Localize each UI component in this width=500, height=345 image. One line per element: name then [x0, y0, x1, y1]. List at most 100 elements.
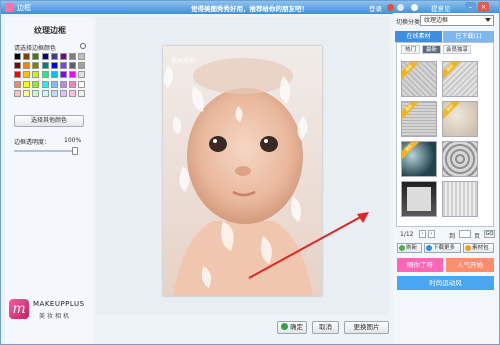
color-swatch[interactable] [59, 89, 67, 97]
new-tag: 最新 [443, 102, 462, 120]
minimize-button[interactable]: – [465, 2, 476, 12]
package-icon [465, 245, 471, 251]
opacity-slider-thumb[interactable] [72, 147, 78, 155]
color-swatch[interactable] [78, 62, 86, 70]
texture-thumb[interactable] [442, 181, 478, 217]
color-swatch[interactable] [69, 62, 77, 70]
color-swatch[interactable] [23, 80, 31, 88]
color-swatch[interactable] [32, 80, 40, 88]
cancel-button[interactable]: 取消 [312, 321, 339, 334]
annotation-arrow [248, 212, 369, 279]
color-swatch[interactable] [41, 62, 49, 70]
makeupplus-logo-icon: m [9, 299, 29, 319]
photo-watermark: 美图秀秀 [171, 58, 196, 65]
color-swatch[interactable] [69, 89, 77, 97]
color-swatch[interactable] [50, 80, 58, 88]
ok-button[interactable]: 确定 [277, 321, 307, 334]
color-swatches [14, 53, 90, 98]
promo-banner-b[interactable]: 人气开始 [446, 258, 494, 272]
promo-banner-a[interactable]: 嘀你了呀 [397, 258, 443, 272]
login-link[interactable]: 登录 [369, 3, 382, 13]
color-swatch[interactable] [14, 89, 21, 97]
color-swatch[interactable] [23, 71, 31, 79]
color-swatch[interactable] [59, 80, 67, 88]
no-color-icon[interactable] [80, 43, 86, 49]
subtab-vip[interactable]: 会员独享 [443, 45, 471, 54]
color-swatch[interactable] [41, 80, 49, 88]
color-swatch[interactable] [50, 89, 58, 97]
color-swatch[interactable] [14, 71, 21, 79]
texture-thumb[interactable] [401, 181, 437, 217]
go-button[interactable]: GO [484, 230, 495, 238]
app-icon [5, 3, 14, 12]
panel-title: 纹理边框 [34, 26, 66, 35]
mail-icon[interactable] [411, 4, 418, 11]
opacity-slider-track[interactable] [14, 150, 78, 152]
subtab-newest[interactable]: 最新 [422, 45, 441, 54]
color-swatch[interactable] [59, 53, 67, 60]
material-pack-button[interactable]: 素材包 [463, 243, 494, 253]
texture-thumb[interactable]: 最新 [401, 141, 437, 177]
color-swatch[interactable] [14, 62, 21, 70]
texture-thumb[interactable]: 最新 [401, 61, 437, 97]
color-swatch[interactable] [69, 53, 77, 60]
category-select[interactable]: 纹理边框 [420, 15, 494, 26]
download-more-label: 下载更多 [433, 245, 456, 251]
color-swatch[interactable] [32, 89, 40, 97]
opacity-label: 边框透明度： [14, 139, 51, 146]
next-page-button[interactable]: › [428, 230, 435, 238]
color-swatch[interactable] [23, 89, 31, 97]
prev-page-button[interactable]: ‹ [419, 230, 426, 238]
color-swatch[interactable] [14, 53, 21, 60]
color-swatch[interactable] [69, 80, 77, 88]
color-swatch[interactable] [78, 80, 86, 88]
refresh-button[interactable]: 刷新 [397, 243, 422, 253]
window: 边框 觉得美图秀秀好用，推荐给你的朋友吧！ 登录 提意见 – × 纹理边框 请选… [0, 0, 500, 345]
color-swatch[interactable] [41, 89, 49, 97]
page-input[interactable] [459, 230, 471, 238]
texture-thumb[interactable] [442, 141, 478, 177]
texture-thumb[interactable]: 最新 [442, 61, 478, 97]
close-button[interactable]: × [478, 2, 489, 12]
window-title: 边框 [17, 4, 31, 12]
color-swatch[interactable] [50, 53, 58, 60]
new-tag: 最新 [402, 142, 421, 160]
color-swatch[interactable] [69, 71, 77, 79]
color-swatch[interactable] [23, 53, 31, 60]
share-banner[interactable]: 觉得美图秀秀好用，推荐给你的朋友吧！ [191, 3, 308, 13]
texture-thumb[interactable]: 最新 [401, 101, 437, 137]
new-tag: 最新 [402, 62, 421, 80]
color-swatch[interactable] [50, 71, 58, 79]
texture-thumb[interactable]: 最新 [442, 101, 478, 137]
color-swatch[interactable] [59, 71, 67, 79]
color-swatch[interactable] [23, 62, 31, 70]
color-swatch[interactable] [32, 62, 40, 70]
qq-icon[interactable] [397, 4, 404, 11]
color-swatch[interactable] [32, 71, 40, 79]
tab-downloaded[interactable]: 已下载(1) [443, 31, 494, 42]
promo-banner-c[interactable]: 时尚运动风 [397, 276, 494, 290]
refresh-icon [399, 245, 405, 251]
logo-subtitle: 美妆相机 [39, 313, 72, 320]
color-swatch[interactable] [41, 71, 49, 79]
replace-image-button[interactable]: 更换图片 [344, 321, 389, 334]
download-more-button[interactable]: 下载更多 [424, 243, 461, 253]
new-tag: 最新 [443, 62, 462, 80]
weibo-icon[interactable] [387, 4, 394, 11]
download-icon [426, 245, 432, 251]
ok-label: 确定 [290, 323, 303, 331]
tab-online-materials[interactable]: 在线素材 [395, 31, 442, 42]
color-swatch[interactable] [50, 62, 58, 70]
color-swatch[interactable] [32, 53, 40, 60]
color-swatch[interactable] [41, 53, 49, 60]
category-value: 纹理边框 [424, 17, 449, 24]
other-color-button[interactable]: 选择其他颜色 [14, 115, 84, 127]
color-swatch[interactable] [59, 62, 67, 70]
color-swatch[interactable] [14, 80, 21, 88]
feedback-link[interactable]: 提意见 [431, 3, 451, 13]
chevron-down-icon [485, 18, 491, 22]
color-swatch[interactable] [78, 53, 86, 60]
color-swatch[interactable] [78, 71, 86, 79]
color-swatch[interactable] [78, 89, 86, 97]
subtab-hot[interactable]: 热门 [401, 45, 420, 54]
